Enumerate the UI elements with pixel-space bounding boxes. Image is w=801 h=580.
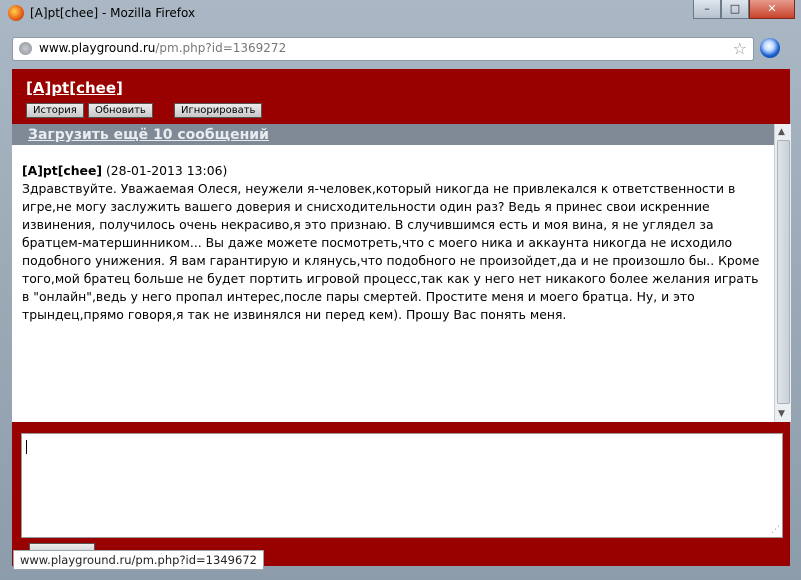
extension-icon[interactable]	[760, 38, 780, 58]
reply-textarea[interactable]: ⋰	[21, 433, 783, 538]
text-caret	[26, 440, 27, 454]
window-controls: – □ ✕	[693, 0, 795, 19]
message-text: Здравствуйте. Уважаемая Олеся, неужели я…	[22, 181, 760, 322]
title-bar[interactable]: [A]pt[chee] - Mozilla Firefox – □ ✕	[0, 0, 801, 26]
maximize-button[interactable]: □	[721, 0, 749, 19]
pm-content: [A]pt[chee] История Обновить Игнорироват…	[12, 69, 791, 566]
scroll-down-icon[interactable]: ▼	[778, 409, 785, 419]
message-date: (28-01-2013 13:06)	[105, 163, 228, 178]
bookmark-star-icon[interactable]: ☆	[733, 39, 747, 58]
resize-grip-icon[interactable]: ⋰	[771, 525, 780, 535]
window-title: [A]pt[chee] - Mozilla Firefox	[30, 6, 196, 20]
url-text[interactable]: www.playground.ru/pm.php?id=1369272	[39, 41, 286, 55]
scroll-thumb[interactable]	[777, 140, 790, 404]
close-button[interactable]: ✕	[749, 0, 795, 19]
browser-window: [A]pt[chee] - Mozilla Firefox – □ ✕ www.…	[0, 0, 801, 580]
history-button[interactable]: История	[26, 103, 84, 118]
load-more-link[interactable]: Загрузить ещё 10 сообщений	[28, 127, 269, 143]
message-author[interactable]: [A]pt[chee]	[22, 163, 102, 178]
load-more-bar: Загрузить ещё 10 сообщений	[12, 124, 774, 145]
url-domain: www.playground.ru	[39, 41, 156, 55]
status-bar-link: www.playground.ru/pm.php?id=1349672	[13, 550, 264, 570]
url-path: /pm.php?id=1369272	[155, 41, 287, 55]
firefox-icon	[8, 5, 24, 21]
ignore-button[interactable]: Игнорировать	[174, 103, 263, 118]
message-header: [A]pt[chee] (28-01-2013 13:06)	[22, 162, 762, 180]
refresh-button[interactable]: Обновить	[88, 103, 153, 118]
message-item: [A]pt[chee] (28-01-2013 13:06) Здравству…	[22, 162, 762, 324]
address-bar[interactable]: www.playground.ru/pm.php?id=1369272 ☆	[12, 37, 754, 61]
message-list: [A]pt[chee] (28-01-2013 13:06) Здравству…	[12, 145, 774, 422]
minimize-button[interactable]: –	[693, 0, 721, 19]
message-scrollbar[interactable]: ▲ ▼	[774, 124, 791, 422]
scroll-up-icon[interactable]: ▲	[778, 127, 785, 137]
pm-title-link[interactable]: [A]pt[chee]	[26, 79, 123, 97]
globe-icon	[19, 42, 32, 55]
